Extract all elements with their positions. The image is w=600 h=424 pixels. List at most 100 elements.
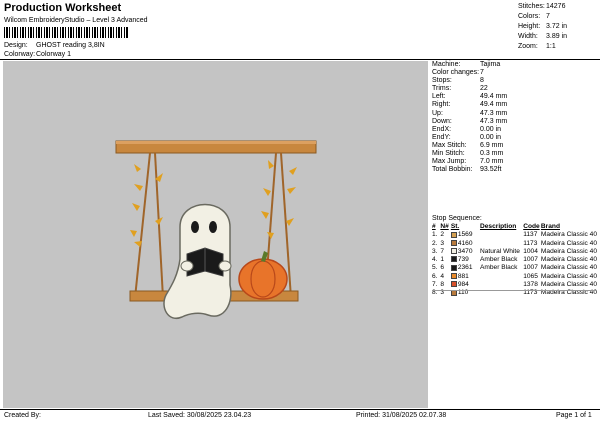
thread-brand: Madeira Classic 40 — [540, 239, 597, 247]
thread-brand: Madeira Classic 40 — [540, 272, 597, 280]
page-number: Page 1 of 1 — [556, 412, 592, 419]
col-header: Code — [523, 223, 540, 230]
stitch-count: 881 — [457, 272, 469, 280]
thread-code-cell: 1004 — [523, 248, 541, 256]
spec-row: Color changes:7 — [432, 69, 597, 77]
row-index: 5. — [432, 264, 438, 272]
spec-value: 22 — [480, 85, 488, 93]
stitch-count-cell: 984 — [450, 281, 480, 289]
worksheet-title: Production Worksheet — [4, 2, 122, 14]
stat-label: Height: — [518, 23, 541, 30]
col-header: St. — [450, 223, 460, 230]
spec-label: Max Stitch: — [432, 141, 467, 149]
stitch-count-cell: 1569 — [450, 231, 480, 239]
row-index-cell: 1. — [432, 231, 440, 239]
design-label: Design: — [4, 42, 28, 49]
spec-row: Down: 47.3 mm — [432, 118, 597, 126]
machine-specs: Machine: Tajima Color changes:7 Stops: 8 T… — [432, 61, 597, 174]
row-index-cell: 2. — [432, 240, 440, 248]
color-description-cell — [480, 231, 523, 239]
colorway-row: Colorway:Colorway 1 — [4, 51, 71, 58]
spec-row: Machine: Tajima — [432, 61, 597, 69]
stat-label: Stitches: — [518, 3, 545, 10]
spec-value: 6.9 mm — [480, 141, 504, 149]
thread-brand: Madeira Classic 40 — [540, 231, 597, 239]
spec-row: Trims: 22 — [432, 85, 597, 93]
stitch-count-cell: 4160 — [450, 240, 480, 248]
spec-label: EndX: — [432, 125, 452, 133]
thread-code-cell: 1007 — [523, 264, 541, 272]
spec-row: Stops: 8 — [432, 77, 597, 85]
stat-value: 14276 — [546, 3, 566, 10]
stitch-count: 1569 — [457, 231, 473, 239]
spec-label: Total Bobbin: — [432, 166, 473, 174]
spec-row: Max Jump: 7.0 mm — [432, 158, 597, 166]
spec-value: 0.3 mm — [480, 150, 504, 158]
stat-value: 1:1 — [546, 43, 556, 50]
row-index: 7. — [432, 281, 438, 289]
table-row: 4. 1 739 Amber Black 1007 Madeira Classic 40 — [432, 256, 597, 264]
thread-code-cell: 1173 — [523, 240, 541, 248]
needle-number: 1 — [440, 256, 444, 264]
spec-row: Max Stitch: 6.9 mm — [432, 142, 597, 150]
spec-label: Up: — [432, 109, 443, 117]
color-swatch — [450, 248, 457, 255]
row-index-cell: 7. — [432, 281, 440, 289]
stop-sequence-title: Stop Sequence: — [432, 215, 482, 222]
thread-code: 1173 — [523, 239, 538, 247]
stat-row: Colors: 7 — [518, 12, 567, 22]
row-index-cell: 4. — [432, 256, 440, 264]
color-description-cell: Natural White — [480, 248, 523, 256]
thread-brand-cell: Madeira Classic 40 — [541, 281, 597, 289]
stitch-count-cell: 3470 — [450, 247, 480, 256]
thread-brand-cell: Madeira Classic 40 — [541, 248, 597, 256]
colorway-label: Colorway: — [4, 51, 36, 58]
color-description-cell: Amber Black — [480, 264, 523, 272]
stat-row: Stitches:14276 — [518, 2, 567, 12]
stat-value: 3.72 in — [546, 23, 568, 30]
table-header-row: # N# St. Description Code Brand — [432, 223, 597, 231]
spec-value: 49.4 mm — [480, 93, 508, 101]
sequence-divider — [432, 290, 597, 291]
thread-brand: Madeira Classic 40 — [540, 256, 597, 264]
table-row: 6. 4 881 1065 Madeira Classic 40 — [432, 273, 597, 281]
color-description: Natural White — [479, 247, 520, 255]
row-index-cell: 3. — [432, 248, 440, 256]
needle-number-cell: 8 — [440, 281, 451, 289]
colorway-name: Colorway 1 — [36, 51, 72, 58]
stitch-count-cell: 2361 — [450, 264, 480, 272]
color-description-cell — [480, 273, 523, 281]
spec-value: 0.00 in — [480, 125, 502, 133]
stat-label: Colors: — [518, 13, 541, 20]
spec-row: Up: 47.3 mm — [432, 110, 597, 118]
spec-value: 8 — [480, 77, 484, 85]
thread-code-cell: 1065 — [523, 273, 541, 281]
thread-brand-cell: Madeira Classic 40 — [541, 264, 597, 272]
spec-row: Total Bobbin: 93.52ft — [432, 166, 597, 174]
spec-label: Min Stitch: — [432, 150, 465, 158]
design-name: GHOST reading 3,8IN — [36, 42, 105, 49]
spec-label: Down: — [432, 117, 452, 125]
needle-number-cell: 4 — [440, 273, 451, 281]
needle-number: 8 — [440, 281, 444, 289]
spec-row: Min Stitch: 0.3 mm — [432, 150, 597, 158]
ghost-embroidery-image — [115, 140, 317, 320]
thread-code: 1007 — [523, 256, 538, 264]
thread-brand: Madeira Classic 40 — [540, 281, 597, 289]
needle-number-cell: 3 — [440, 240, 451, 248]
spec-label: EndY: — [432, 133, 451, 141]
stitch-count: 3470 — [457, 247, 473, 255]
stat-row: Width: 3.89 in — [518, 32, 567, 42]
needle-number-cell: 2 — [440, 231, 451, 239]
table-row: 5. 6 2361 Amber Black 1007 Madeira Classic 40 — [432, 264, 597, 272]
stitch-count-cell: 881 — [450, 272, 480, 281]
design-preview — [3, 61, 428, 408]
header-divider — [0, 59, 600, 60]
spec-label: Color changes: — [432, 69, 480, 77]
table-row: 1. 2 1569 1137 Madeira Classic 40 — [432, 231, 597, 239]
spec-label: Stops: — [432, 77, 452, 85]
color-swatch — [450, 256, 457, 263]
thread-code-cell: 1378 — [523, 281, 541, 289]
color-description: Amber Black — [479, 264, 518, 272]
created-by: Created By: — [4, 412, 41, 419]
